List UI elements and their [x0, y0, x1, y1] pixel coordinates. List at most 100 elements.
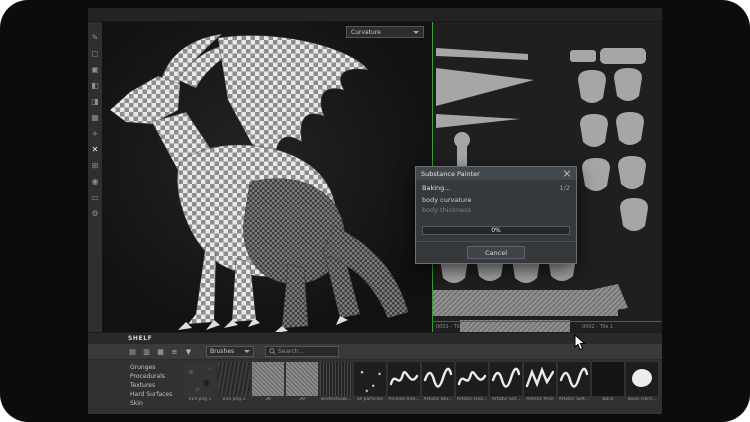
search-icon	[269, 348, 276, 355]
polygon-fill-tool-icon[interactable]: ◧	[89, 80, 102, 91]
shelf-tab-label: SHELF	[128, 335, 152, 342]
shelf-item-preview	[592, 362, 624, 396]
shelf-item-label: 39	[286, 397, 318, 402]
substance-painter-window: ✎ ◻ ▣ ◧ ◨ ▦ + ✕ ⊞ ◉ ▭ ⚙	[88, 8, 662, 414]
shelf-category-textures[interactable]: Textures	[128, 381, 184, 390]
baking-progress-bar: 0%	[422, 226, 570, 235]
shelf-item[interactable]: 019.png 1	[184, 362, 216, 414]
shelf-item[interactable]: Artistic Sof...	[490, 362, 522, 414]
shelf-item-preview	[184, 362, 216, 396]
shelf-category-grunges[interactable]: Grunges	[128, 363, 184, 372]
shelf-toolbar-icons: ▤ ▥ ▦ ≡ ▼	[128, 348, 193, 356]
shelf-item-preview	[626, 362, 658, 396]
shelf-item-label: 019.png 1	[184, 397, 216, 402]
shelf-item-label: Back	[592, 397, 624, 402]
settings-tool-icon[interactable]: ⚙	[89, 208, 102, 219]
list-view-icon[interactable]: ≡	[170, 348, 179, 356]
baking-dialog: Substance Painter Baking... 1/2 body cur…	[415, 166, 577, 264]
shelf-thumbnails: 019.png 1020.png 13839aestheticab...all …	[184, 360, 662, 414]
page: ✎ ◻ ▣ ◧ ◨ ▦ + ✕ ⊞ ◉ ▭ ⚙	[0, 0, 750, 422]
baking-current-item: body curvature	[422, 196, 570, 204]
shelf-item[interactable]: 020.png 1	[218, 362, 250, 414]
shelf-item-label: all particles	[354, 397, 386, 402]
chevron-down-icon	[244, 350, 250, 353]
material-picker-tool-icon[interactable]: +	[89, 128, 102, 139]
baking-progress-label: 0%	[491, 227, 501, 234]
dragon-model	[102, 22, 432, 332]
mouse-cursor	[574, 334, 586, 351]
shelf-category-skin[interactable]: Skin	[128, 399, 184, 408]
shelf-category-hard-surfaces[interactable]: Hard Surfaces	[128, 390, 184, 399]
dialog-divider	[416, 241, 576, 242]
baking-queued-item: body thickness	[422, 206, 570, 214]
baking-dialog-title: Substance Painter	[421, 170, 480, 178]
shelf-item-label: Artistic Sof...	[490, 397, 522, 402]
window-topbar	[88, 8, 662, 22]
smudge-tool-icon[interactable]: ◨	[89, 96, 102, 107]
eraser-tool-icon[interactable]: ◻	[89, 48, 102, 59]
shelf-category-procedurals[interactable]: Procedurals	[128, 372, 184, 381]
shelf-item-preview	[354, 362, 386, 396]
uv-tile-label-right: 0002 - Tile 1	[582, 324, 613, 330]
shelf-item-preview	[490, 362, 522, 396]
search-box[interactable]	[265, 346, 339, 357]
projection-tool-icon[interactable]: ▣	[89, 64, 102, 75]
shelf-item-label: 38	[252, 397, 284, 402]
shelf-item-preview	[558, 362, 590, 396]
shelf-item[interactable]: 39	[286, 362, 318, 414]
shelf-item-preview	[422, 362, 454, 396]
shelf-item[interactable]: Artistic Hea...	[456, 362, 488, 414]
viewport-3d[interactable]: Curvature	[102, 22, 432, 332]
shelf-type-dropdown[interactable]: Brushes	[206, 346, 254, 357]
grid-view-icon[interactable]: ▦	[156, 348, 165, 356]
shelf-item-label: aestheticab...	[320, 397, 352, 402]
baking-status-text: Baking...	[422, 184, 450, 192]
shelf-item-label: 020.png 1	[218, 397, 250, 402]
shelf-item-preview	[388, 362, 420, 396]
shelf-item-preview	[456, 362, 488, 396]
cancel-button[interactable]: Cancel	[467, 246, 525, 259]
shelf-item-label: Artistic Blu...	[422, 397, 454, 402]
shelf-item-preview	[252, 362, 284, 396]
shelf-item-label: Archive Inte...	[388, 397, 420, 402]
shelf-item-label: Artistic Prim	[524, 397, 556, 402]
shelf-type-value: Brushes	[210, 348, 234, 355]
shelf-item[interactable]: Artistic Soft...	[558, 362, 590, 414]
shelf-item-label: Artistic Hea...	[456, 397, 488, 402]
uv-tile-label-left: 0001 - Tile 1	[436, 324, 467, 330]
shelf-item-preview	[320, 362, 352, 396]
close-icon[interactable]	[563, 170, 571, 178]
shelf-item[interactable]: Back	[592, 362, 624, 414]
shelf-item-preview	[286, 362, 318, 396]
shelf-item-preview	[524, 362, 556, 396]
channel-selector-dropdown[interactable]: Curvature	[346, 26, 424, 38]
search-input[interactable]	[278, 348, 335, 355]
shelf-item-label: Artistic Soft...	[558, 397, 590, 402]
shelf-item[interactable]: Basic Hard...	[626, 362, 658, 414]
quick-mask-tool-icon[interactable]: ✕	[89, 144, 102, 155]
baking-counter: 1/2	[560, 184, 570, 192]
focus-tool-icon[interactable]: ◉	[89, 176, 102, 187]
shelf-item[interactable]: 38	[252, 362, 284, 414]
filter-icon[interactable]: ▼	[184, 348, 193, 356]
symmetry-tool-icon[interactable]: ⊞	[89, 160, 102, 171]
uv-axis-red	[432, 321, 662, 322]
shelf-item[interactable]: Archive Inte...	[388, 362, 420, 414]
chevron-down-icon	[413, 31, 419, 34]
shelf-item[interactable]: Artistic Blu...	[422, 362, 454, 414]
shelf-item[interactable]: all particles	[354, 362, 386, 414]
shelf-item-preview	[218, 362, 250, 396]
paint-tool-icon[interactable]: ✎	[89, 32, 102, 43]
shelf-categories: GrungesProceduralsTexturesHard SurfacesS…	[128, 360, 184, 414]
folder-icon[interactable]: ▤	[128, 348, 137, 356]
clone-tool-icon[interactable]: ▦	[89, 112, 102, 123]
display-tool-icon[interactable]: ▭	[89, 192, 102, 203]
shelf-content: GrungesProceduralsTexturesHard SurfacesS…	[88, 360, 662, 414]
shelf-item[interactable]: Artistic Prim	[524, 362, 556, 414]
shelf-item-label: Basic Hard...	[626, 397, 658, 402]
device-frame: ✎ ◻ ▣ ◧ ◨ ▦ + ✕ ⊞ ◉ ▭ ⚙	[0, 0, 750, 422]
shelf-item[interactable]: aestheticab...	[320, 362, 352, 414]
channel-selector-value: Curvature	[351, 29, 381, 36]
left-toolbar: ✎ ◻ ▣ ◧ ◨ ▦ + ✕ ⊞ ◉ ▭ ⚙	[88, 22, 102, 332]
add-folder-icon[interactable]: ▥	[142, 348, 151, 356]
